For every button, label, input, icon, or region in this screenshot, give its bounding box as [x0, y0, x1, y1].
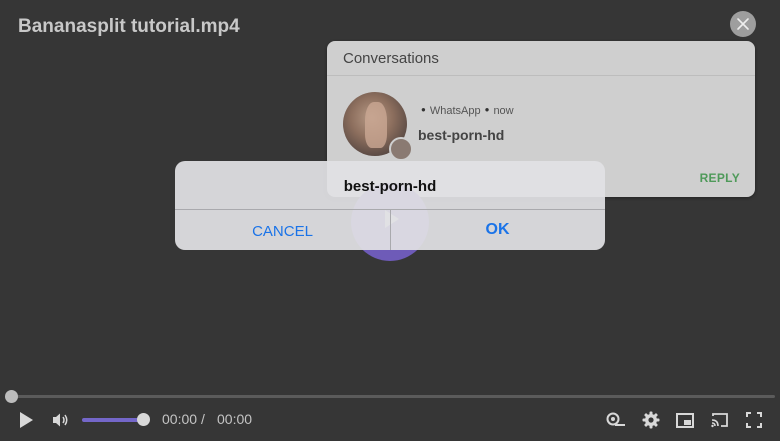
cast-button[interactable]	[709, 410, 731, 430]
volume-icon	[53, 413, 68, 427]
close-icon	[737, 18, 749, 30]
volume-button[interactable]	[51, 410, 71, 430]
video-title: Bananasplit tutorial.mp4	[18, 16, 240, 37]
notification-time: now	[493, 105, 514, 117]
play-icon	[20, 412, 33, 428]
app-badge-avatar	[389, 137, 413, 161]
settings-button[interactable]	[641, 410, 661, 430]
volume-fill	[82, 418, 144, 422]
notification-header: Conversations	[327, 41, 755, 76]
alert-dialog: best-porn-hd CANCEL OK	[175, 161, 605, 250]
close-button[interactable]	[730, 11, 756, 37]
volume-thumb[interactable]	[137, 413, 150, 426]
cast-icon	[711, 413, 728, 428]
captions-icon	[606, 412, 625, 426]
progress-bar[interactable]	[11, 395, 775, 398]
captions-button[interactable]	[605, 410, 627, 430]
dialog-title: best-porn-hd	[343, 177, 437, 195]
current-time: 00:00	[162, 411, 198, 427]
picture-in-picture-button[interactable]	[675, 410, 695, 430]
notification-app: WhatsApp	[429, 105, 481, 117]
notification-sender: best-porn-hd	[418, 127, 505, 143]
play-button[interactable]	[15, 408, 37, 432]
picture-in-picture-icon	[676, 412, 694, 428]
volume-slider[interactable]	[82, 418, 144, 422]
gear-icon	[642, 411, 660, 429]
progress-thumb[interactable]	[5, 390, 18, 403]
fullscreen-button[interactable]	[744, 410, 764, 430]
video-player: Bananasplit tutorial.mp4 Conversations ●…	[0, 0, 780, 441]
ok-button[interactable]: OK	[390, 210, 605, 250]
fullscreen-icon	[746, 412, 762, 428]
cancel-button[interactable]: CANCEL	[175, 210, 390, 250]
notification-meta: ● WhatsApp ● now	[421, 105, 514, 117]
duration-time: 00:00	[217, 411, 253, 427]
time-separator: /	[201, 411, 205, 427]
reply-button[interactable]: REPLY	[700, 171, 740, 185]
